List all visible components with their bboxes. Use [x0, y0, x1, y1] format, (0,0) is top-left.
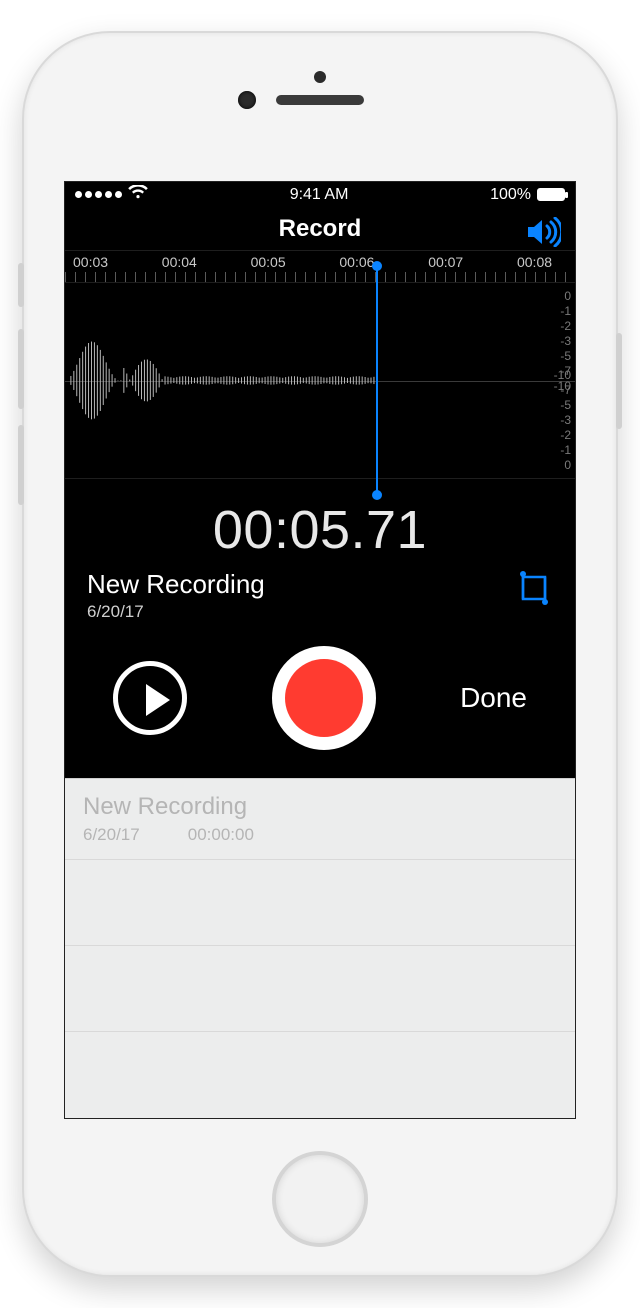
recording-title: New Recording	[87, 569, 265, 600]
battery-icon	[537, 188, 565, 201]
nav-title: Record	[279, 215, 362, 243]
list-item	[65, 1032, 575, 1118]
timeline-label: 00:06	[339, 254, 391, 270]
status-bar: 9:41 AM 100%	[65, 182, 575, 207]
home-button[interactable]	[272, 1151, 368, 1247]
list-item	[65, 860, 575, 946]
play-button[interactable]	[113, 661, 187, 735]
signal-dots-icon	[75, 191, 122, 198]
mute-switch	[18, 263, 24, 307]
recording-meta: New Recording 6/20/17	[65, 561, 575, 622]
wifi-icon	[128, 185, 148, 204]
list-item-date: 6/20/17	[83, 825, 140, 845]
list-item-title: New Recording	[83, 793, 557, 821]
volume-down-button	[18, 425, 24, 505]
list-item	[65, 946, 575, 1032]
status-time: 9:41 AM	[290, 186, 349, 204]
earpiece	[276, 95, 364, 105]
volume-up-button	[18, 329, 24, 409]
timeline-label: 00:08	[517, 254, 569, 270]
front-camera	[238, 91, 256, 109]
power-button	[616, 333, 622, 429]
waveform-area[interactable]: 0-1-2-3-5-7-10 -10-7-5-3-2-10	[65, 282, 575, 479]
timeline-ticks	[65, 272, 575, 282]
db-scale-bottom: -10-7-5-3-2-10	[554, 368, 571, 472]
list-item-duration: 00:00:00	[188, 825, 254, 845]
record-button[interactable]	[272, 646, 376, 750]
battery-percent: 100%	[490, 186, 531, 204]
nav-bar: Record	[65, 207, 575, 249]
done-button[interactable]: Done	[460, 682, 527, 714]
timeline-label: 00:04	[162, 254, 214, 270]
timeline-label: 00:05	[251, 254, 303, 270]
elapsed-time: 00:05.71	[65, 499, 575, 561]
trim-button[interactable]	[515, 569, 553, 607]
timeline-label: 00:07	[428, 254, 480, 270]
screen: 9:41 AM 100% Record 00:03 00:04 00:05 00…	[64, 181, 576, 1119]
waveform-icon	[65, 283, 575, 478]
iphone-frame: 9:41 AM 100% Record 00:03 00:04 00:05 00…	[22, 31, 618, 1277]
recording-date: 6/20/17	[87, 602, 265, 622]
playhead[interactable]	[376, 265, 378, 496]
recordings-list[interactable]: New Recording 6/20/17 00:00:00	[65, 778, 575, 1118]
timeline-label: 00:03	[73, 254, 125, 270]
timeline-ruler[interactable]: 00:03 00:04 00:05 00:06 00:07 00:08	[65, 250, 575, 282]
speaker-output-button[interactable]	[525, 217, 561, 252]
proximity-sensor	[314, 71, 326, 83]
controls-row: Done	[65, 622, 575, 778]
list-item[interactable]: New Recording 6/20/17 00:00:00	[65, 779, 575, 860]
